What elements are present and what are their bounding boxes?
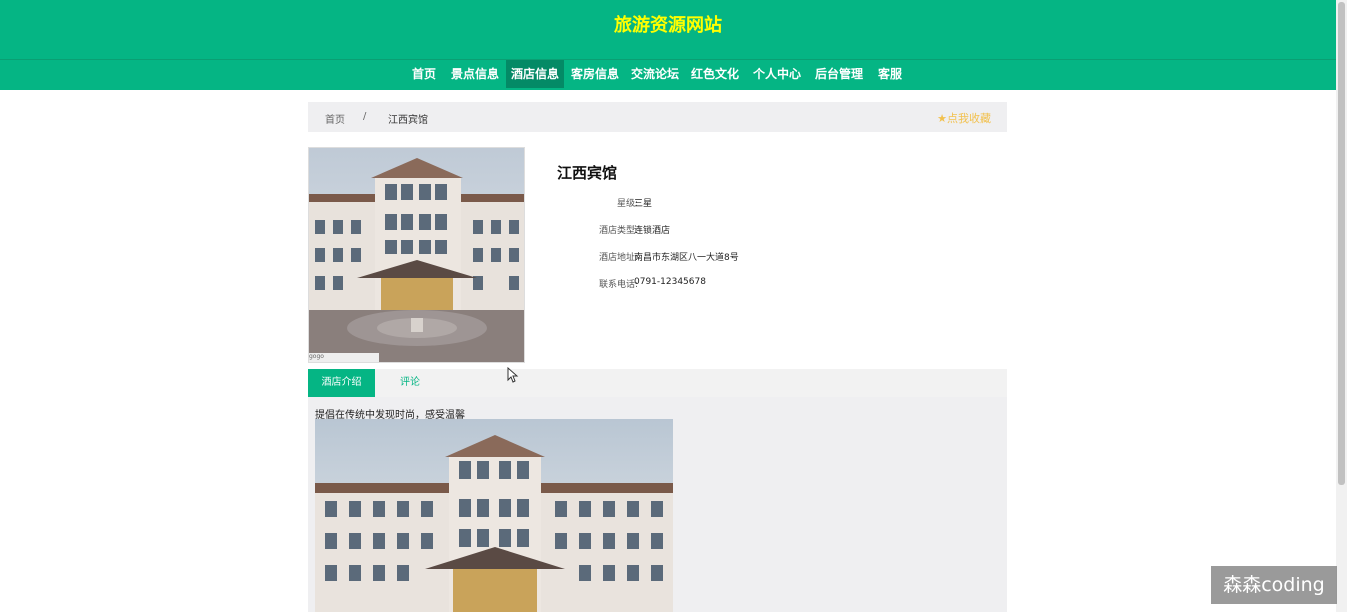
watermark: 森森coding xyxy=(1211,566,1337,604)
tab-comments[interactable]: 评论 xyxy=(380,369,440,397)
tab-hotel-intro[interactable]: 酒店介绍 xyxy=(308,369,375,397)
breadcrumb-current: 江西宾馆 xyxy=(388,115,428,126)
intro-building-illustration xyxy=(315,419,673,612)
nav-item-red-culture[interactable]: 红色文化 xyxy=(687,60,743,88)
main-nav: 首页 景点信息 酒店信息 客房信息 交流论坛 红色文化 个人中心 后台管理 客服 xyxy=(0,59,1336,90)
site-title: 旅游资源网站 xyxy=(614,15,722,36)
hotel-address-value: 南昌市东湖区八一大道8号 xyxy=(634,253,739,263)
scrollbar-thumb[interactable] xyxy=(1338,2,1345,485)
mouse-cursor-icon xyxy=(507,367,519,383)
nav-item-personal-center[interactable]: 个人中心 xyxy=(749,60,805,88)
favorite-label: 点我收藏 xyxy=(947,112,991,125)
star-rating-value: 三星 xyxy=(634,199,653,209)
detail-tabs: 酒店介绍 评论 xyxy=(308,369,1007,397)
tab-content: 提倡在传统中发现时尚，感受温馨 xyxy=(308,397,1007,612)
nav-item-customer-service[interactable]: 客服 xyxy=(871,60,909,88)
nav-item-rooms[interactable]: 客房信息 xyxy=(567,60,623,88)
nav-item-forum[interactable]: 交流论坛 xyxy=(627,60,683,88)
site-header: 旅游资源网站 xyxy=(0,0,1336,59)
hotel-building-illustration xyxy=(309,148,524,362)
hotel-image: gogo xyxy=(308,147,525,363)
image-caption: gogo xyxy=(309,353,379,362)
nav-item-hotels[interactable]: 酒店信息 xyxy=(506,60,564,88)
breadcrumb-home[interactable]: 首页 xyxy=(325,111,345,126)
breadcrumb: 首页 / 江西宾馆 ★点我收藏 xyxy=(308,102,1007,132)
hotel-type-label: 酒店类型: xyxy=(598,226,638,236)
nav-item-admin[interactable]: 后台管理 xyxy=(811,60,867,88)
hotel-type-value: 连锁酒店 xyxy=(634,226,671,236)
breadcrumb-separator: / xyxy=(363,111,367,122)
star-icon: ★ xyxy=(937,112,947,125)
nav-item-home[interactable]: 首页 xyxy=(405,60,443,88)
hotel-name: 江西宾馆 xyxy=(557,164,618,182)
page-scrollbar[interactable] xyxy=(1336,0,1347,612)
star-rating-label: 星级: xyxy=(616,199,638,209)
phone-label: 联系电话: xyxy=(598,280,638,290)
hotel-address-label: 酒店地址: xyxy=(598,253,638,263)
phone-value: 0791-12345678 xyxy=(634,277,706,287)
nav-item-attractions[interactable]: 景点信息 xyxy=(447,60,503,88)
favorite-button[interactable]: ★点我收藏 xyxy=(937,110,991,126)
intro-image xyxy=(315,419,673,612)
